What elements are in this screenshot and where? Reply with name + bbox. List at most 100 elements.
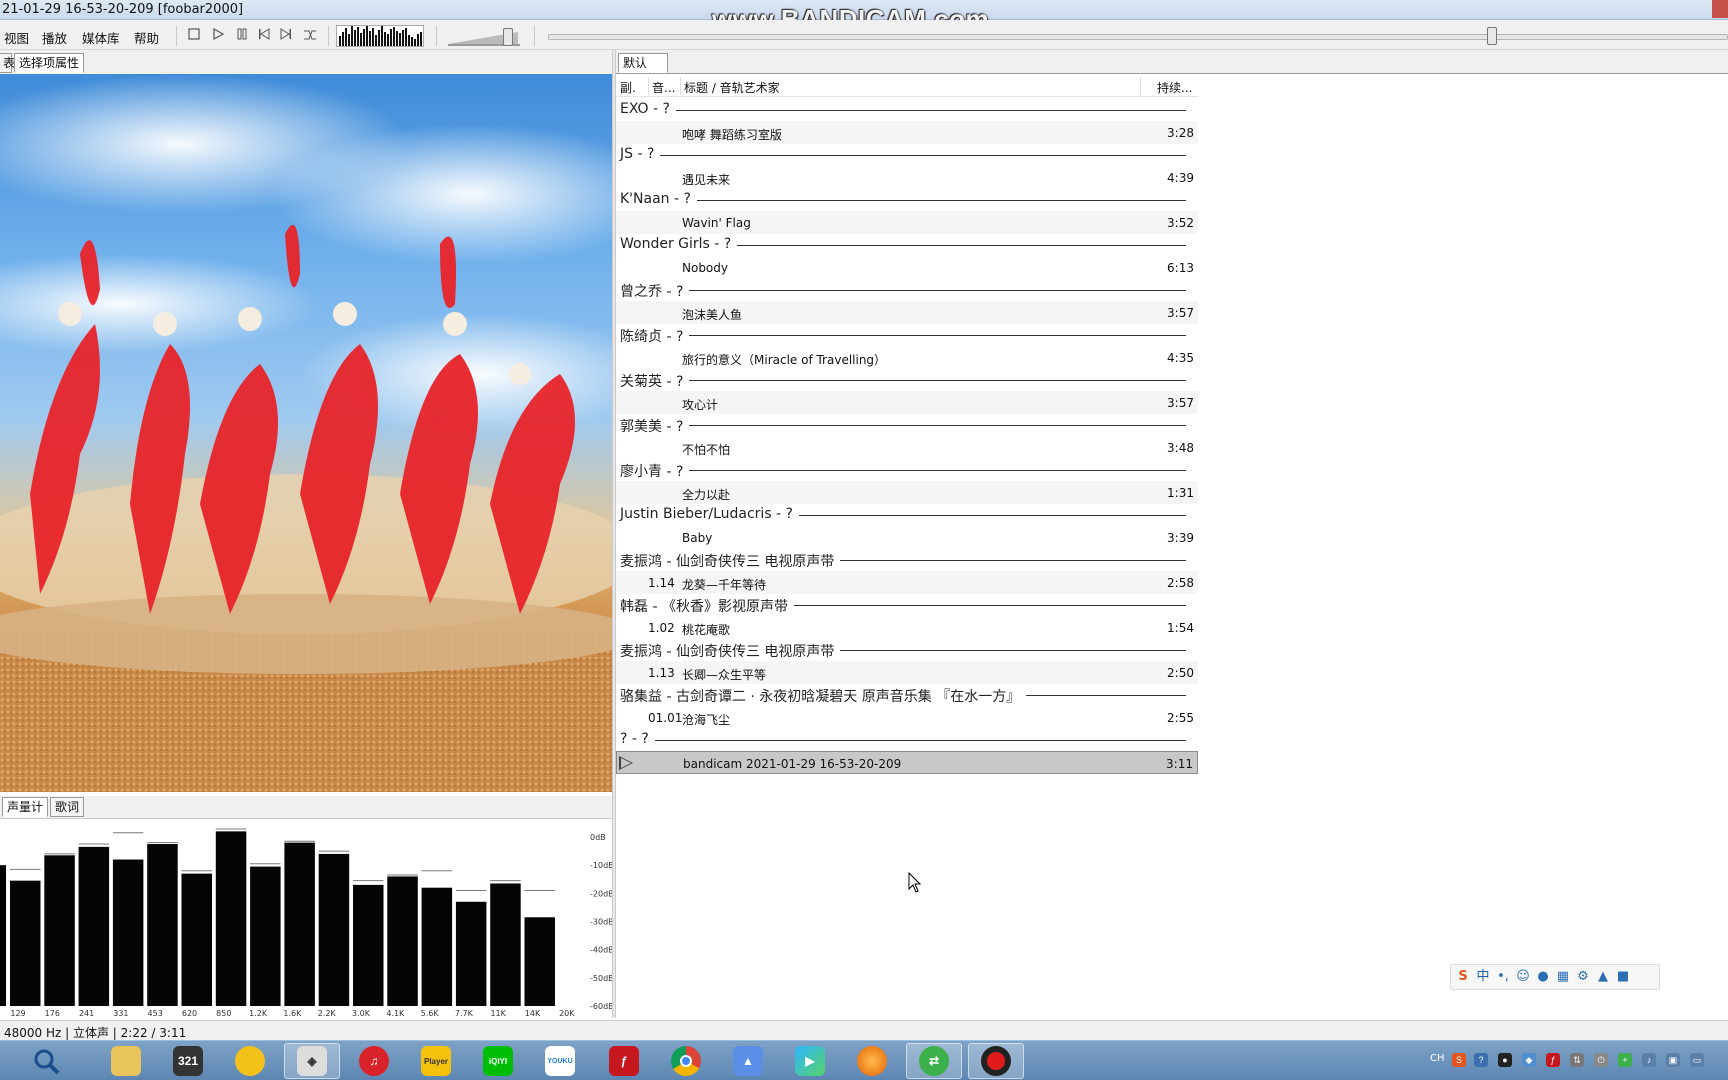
group-title: 陈绮贞 - ? (620, 326, 690, 346)
playlist-track-row[interactable]: 遇见未来 4:39 (616, 166, 1198, 189)
menu-library[interactable]: 媒体库 (82, 28, 120, 47)
foobar-icon[interactable]: ◈ (284, 1043, 340, 1079)
column-separator[interactable] (648, 77, 649, 95)
random-icon[interactable] (302, 28, 318, 43)
play-icon[interactable] (210, 27, 226, 43)
column-header-title[interactable]: 标题 / 音轨艺术家 (684, 79, 780, 96)
tray-green-icon[interactable]: + (1618, 1053, 1632, 1067)
playlist-group-header[interactable]: Wonder Girls - ? (616, 234, 1198, 256)
column-separator[interactable] (1140, 77, 1141, 95)
playlist-group-header[interactable]: 骆集益 - 古剑奇谭二 · 永夜初晗凝碧天 原声音乐集 『在水一方』 (616, 684, 1198, 706)
playlist-track-row[interactable]: 1.14 龙葵—千年等待 2:58 (616, 571, 1198, 594)
menu-help[interactable]: 帮助 (134, 28, 159, 47)
chrome-icon[interactable] (658, 1043, 714, 1079)
playlist-group-header[interactable]: 关菊英 - ? (616, 369, 1198, 391)
tray-flash-icon[interactable]: ƒ (1546, 1053, 1560, 1067)
previous-icon[interactable] (256, 28, 272, 43)
playlist-group-header[interactable]: 陈绮贞 - ? (616, 324, 1198, 346)
sogou-logo-icon[interactable]: S (1455, 969, 1471, 985)
column-header-duration[interactable]: 持续... (1157, 79, 1192, 96)
ime-menu-icon[interactable]: ■ (1615, 969, 1631, 985)
bandicam-icon[interactable] (968, 1043, 1024, 1079)
playlist-track-row[interactable]: 攻心计 3:57 (616, 391, 1198, 414)
playlist-track-row[interactable]: Nobody 6:13 (616, 256, 1198, 279)
column-separator[interactable] (680, 77, 681, 95)
playlist-group-header[interactable]: JS - ? (616, 144, 1198, 166)
column-header-b[interactable]: 音... (652, 79, 675, 96)
playlist-track-row[interactable]: 全力以赴 1:31 (616, 481, 1198, 504)
netease-music-icon[interactable]: ♫ (346, 1043, 402, 1079)
playlist-group-header[interactable]: 麦振鸿 - 仙剑奇侠传三 电视原声带 (616, 549, 1198, 571)
playlist-column-header: 副. 音... 标题 / 音轨艺术家 持续... (616, 75, 1198, 97)
pause-icon[interactable] (234, 28, 250, 43)
video-player-icon[interactable]: ▶ (782, 1043, 838, 1079)
ime-skin-icon[interactable]: ▲ (1595, 969, 1611, 985)
seek-bar-thumb[interactable] (1487, 27, 1497, 45)
playlist-track-row[interactable]: 旅行的意义（Miracle of Travelling） 4:35 (616, 346, 1198, 369)
ime-emoji-icon[interactable]: ☺ (1515, 969, 1531, 985)
tray-language[interactable]: CH (1430, 1053, 1445, 1064)
playlist-group-header[interactable]: 麦振鸿 - 仙剑奇侠传三 电视原声带 (616, 639, 1198, 661)
green-app-icon[interactable]: ⇄ (906, 1043, 962, 1079)
playlist-group-header[interactable]: 韩磊 - 《秋香》影视原声带 (616, 594, 1198, 616)
tab-default-playlist[interactable]: 默认 (618, 53, 668, 73)
track-title: 攻心计 (682, 398, 719, 412)
playlist-track-row[interactable]: 01.01 沧海飞尘 2:55 (616, 706, 1198, 729)
tray-monitor-icon[interactable]: ▭ (1690, 1053, 1704, 1067)
search-icon[interactable] (18, 1043, 74, 1079)
seek-bar[interactable] (548, 34, 1728, 40)
playlist-track-row[interactable]: Baby 3:39 (616, 526, 1198, 549)
playlist-group-header[interactable]: K'Naan - ? (616, 189, 1198, 211)
tab-selection-properties[interactable]: 选择项属性 (14, 53, 85, 73)
playlist-track-row[interactable]: 1.02 桃花庵歌 1:54 (616, 616, 1198, 639)
firefox-icon[interactable] (844, 1043, 900, 1079)
playlist-track-row[interactable]: 咆哮 舞蹈练习室版 3:28 (616, 121, 1198, 144)
playlist-group-header[interactable]: 曾之乔 - ? (616, 279, 1198, 301)
tray-network-icon[interactable]: ⇅ (1570, 1053, 1584, 1067)
next-icon[interactable] (278, 28, 294, 43)
ime-punctuation-icon[interactable]: •, (1495, 969, 1511, 985)
ime-keyboard-icon[interactable]: ▦ (1555, 969, 1571, 985)
tray-power-icon[interactable]: ⏻ (1594, 1053, 1608, 1067)
tray-volume-icon[interactable]: ♪ (1642, 1053, 1656, 1067)
tab-peak-meter[interactable]: 声量计 (2, 797, 49, 817)
feishu-icon[interactable]: ▲ (720, 1043, 776, 1079)
close-button[interactable] (1712, 0, 1728, 18)
menu-view[interactable]: 视图 (4, 28, 29, 47)
youku-icon[interactable]: YOUKU (532, 1043, 588, 1079)
ime-chinese-mode-icon[interactable]: 中 (1475, 969, 1491, 985)
stop-icon[interactable] (186, 28, 202, 43)
column-header-a[interactable]: 副. (620, 79, 636, 96)
player-icon[interactable]: Player (408, 1043, 464, 1079)
frequency-label: 14K (525, 1009, 541, 1018)
playlist-track-row[interactable]: 1.13 长卿—众生平等 2:50 (616, 661, 1198, 684)
tray-help-icon[interactable]: ? (1474, 1053, 1488, 1067)
playlist-group-header[interactable]: EXO - ? (616, 99, 1198, 121)
tray-notification-icon[interactable]: ▣ (1666, 1053, 1680, 1067)
playlist-track-row[interactable]: Wavin' Flag 3:52 (616, 211, 1198, 234)
playlist-group-header[interactable]: 廖小青 - ? (616, 459, 1198, 481)
iqiyi-icon[interactable]: iQIYI (470, 1043, 526, 1079)
media-player-classic-icon[interactable]: 321 (160, 1043, 216, 1079)
playlist-track-row[interactable]: 不怕不怕 3:48 (616, 436, 1198, 459)
playlist-group-header[interactable]: Justin Bieber/Ludacris - ? (616, 504, 1198, 526)
mini-spectrum-bar (387, 34, 389, 46)
playlist-track-row[interactable]: 泡沫美人鱼 3:57 (616, 301, 1198, 324)
ime-tools-icon[interactable]: ⚙ (1575, 969, 1591, 985)
track-duration: 4:35 (1167, 351, 1194, 365)
explorer-icon[interactable] (98, 1043, 154, 1079)
playlist-track-row-playing[interactable]: bandicam 2021-01-29 16-53-20-209 3:11 (616, 751, 1198, 774)
volume-slider-thumb[interactable] (502, 28, 513, 46)
menu-playback[interactable]: 播放 (42, 28, 67, 47)
ime-voice-icon[interactable]: ● (1535, 969, 1551, 985)
track-title: 长卿—众生平等 (682, 668, 767, 682)
headphones-icon[interactable] (222, 1043, 278, 1079)
flash-icon[interactable]: ƒ (596, 1043, 652, 1079)
playlist-group-header[interactable]: ? - ? (616, 729, 1198, 751)
playlist-group-header[interactable]: 郭美美 - ? (616, 414, 1198, 436)
tray-record-icon[interactable]: ● (1498, 1053, 1512, 1067)
tab-partial[interactable]: 表 (0, 53, 15, 73)
tray-shield-icon[interactable]: ◆ (1522, 1053, 1536, 1067)
tab-lyrics[interactable]: 歌词 (50, 797, 85, 817)
tray-sogou-icon[interactable]: S (1452, 1053, 1466, 1067)
